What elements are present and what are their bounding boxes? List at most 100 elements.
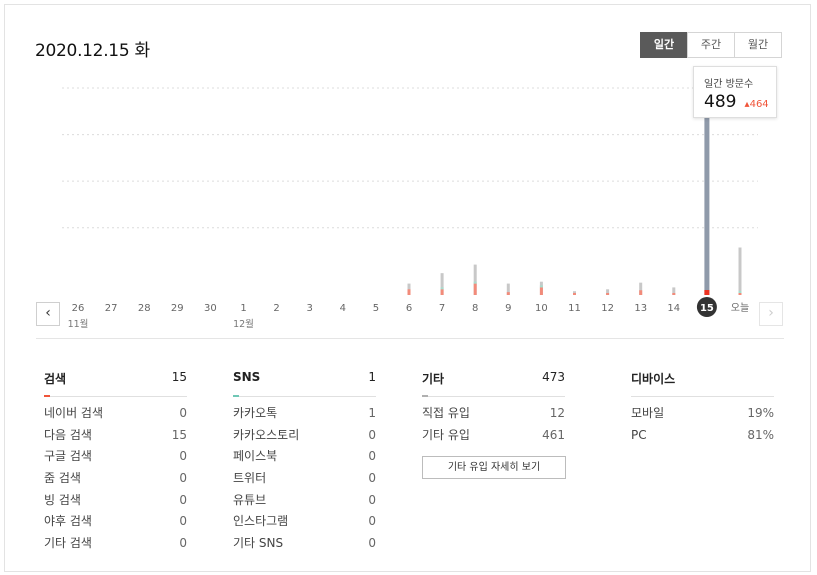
stat-item-label: 네이버 검색 bbox=[44, 406, 104, 420]
stat-title: SNS bbox=[233, 370, 261, 384]
stat-title: 기타 bbox=[422, 372, 445, 386]
tab-weekly[interactable]: 주간 bbox=[687, 32, 735, 58]
chart-bar bbox=[738, 247, 742, 295]
chart-bar-segment bbox=[606, 293, 610, 295]
x-tick-label: 26 bbox=[72, 303, 85, 314]
stat-total: 473 bbox=[542, 370, 565, 384]
list-item: 기타 검색 0 bbox=[44, 536, 187, 558]
list-item: 네이버 검색 0 bbox=[44, 406, 187, 428]
stat-header: 기타 473 bbox=[422, 370, 565, 397]
x-tick-label: 28 bbox=[138, 303, 151, 314]
etc-detail-button[interactable]: 기타 유입 자세히 보기 bbox=[422, 456, 566, 479]
x-tick-label: 1 bbox=[240, 303, 246, 314]
tooltip-delta: ▴464 bbox=[745, 99, 769, 110]
x-tick-label: 5 bbox=[373, 303, 379, 314]
stat-item-value: 0 bbox=[368, 514, 376, 529]
stat-item-value: 0 bbox=[368, 449, 376, 464]
stat-item-label: PC bbox=[631, 427, 647, 442]
stat-item-value: 0 bbox=[179, 471, 187, 486]
next-button[interactable]: › bbox=[759, 302, 783, 326]
stat-item-label: 유튜브 bbox=[233, 492, 267, 507]
stat-header: 검색 15 bbox=[44, 370, 187, 397]
chart-bar-segment bbox=[573, 293, 576, 295]
stat-item-value: 0 bbox=[368, 427, 376, 442]
list-item: 기타 유입 461 bbox=[422, 428, 565, 450]
stat-item-value: 1 bbox=[368, 406, 376, 420]
stat-item-label: 페이스북 bbox=[233, 449, 278, 464]
list-item: PC 81% bbox=[631, 428, 774, 450]
stat-item-label: 카카오톡 bbox=[233, 406, 278, 420]
stat-item-label: 다음 검색 bbox=[44, 427, 92, 442]
x-tick-label: 4 bbox=[340, 303, 346, 314]
stat-etc: 기타 473 직접 유입 12 기타 유입 461 bbox=[422, 370, 565, 449]
stat-title: 검색 bbox=[44, 372, 67, 386]
stat-item-label: 구글 검색 bbox=[44, 449, 92, 464]
stat-item-value: 0 bbox=[368, 492, 376, 507]
stat-item-label: 카카오스토리 bbox=[233, 427, 300, 442]
x-tick-label: 6 bbox=[406, 303, 412, 314]
x-tick-label: 13 bbox=[634, 303, 647, 314]
stat-item-label: 트위터 bbox=[233, 471, 267, 486]
month-label: 11월 bbox=[68, 318, 89, 330]
stat-item-value: 15 bbox=[171, 427, 187, 442]
chart-bar bbox=[704, 110, 710, 295]
stat-device: 디바이스 모바일 19% PC 81% bbox=[631, 370, 774, 449]
list-item: 카카오스토리 0 bbox=[233, 428, 376, 450]
x-tick-label: 오늘 bbox=[731, 302, 749, 314]
stat-title: 디바이스 bbox=[631, 372, 676, 386]
tab-monthly[interactable]: 월간 bbox=[734, 32, 782, 58]
stat-total: 1 bbox=[368, 370, 376, 384]
list-item: 줌 검색 0 bbox=[44, 471, 187, 493]
chart-bar-segment bbox=[440, 289, 444, 295]
date-title: 2020.12.15 화 bbox=[35, 41, 150, 61]
x-tick-label: 7 bbox=[439, 303, 445, 314]
list-item: 모바일 19% bbox=[631, 406, 774, 428]
prev-button[interactable]: ‹ bbox=[36, 302, 60, 326]
visits-tooltip: 일간 방문수 489 ▴464 bbox=[693, 66, 777, 118]
stat-item-value: 0 bbox=[179, 514, 187, 529]
list-item: 트위터 0 bbox=[233, 471, 376, 493]
x-tick-label: 11 bbox=[568, 303, 581, 314]
list-item: 다음 검색 15 bbox=[44, 428, 187, 450]
stat-total: 15 bbox=[171, 370, 187, 384]
list-item: 빙 검색 0 bbox=[44, 493, 187, 515]
stat-item-value: 0 bbox=[179, 406, 187, 420]
stat-item-value: 0 bbox=[368, 536, 376, 551]
stat-item-label: 기타 유입 bbox=[422, 427, 470, 442]
chart-bar-segment bbox=[440, 287, 444, 290]
stat-header: SNS 1 bbox=[233, 370, 376, 397]
stat-item-label: 직접 유입 bbox=[422, 406, 470, 420]
list-item: 인스타그램 0 bbox=[233, 514, 376, 536]
divider bbox=[36, 338, 784, 339]
stat-accent bbox=[44, 395, 50, 397]
chevron-left-icon: ‹ bbox=[45, 305, 51, 321]
x-tick-label: 14 bbox=[667, 303, 680, 314]
stat-item-label: 야후 검색 bbox=[44, 514, 92, 529]
stat-item-value: 0 bbox=[179, 449, 187, 464]
stat-list: 모바일 19% PC 81% bbox=[631, 406, 774, 449]
chart-bar-segment bbox=[473, 281, 477, 284]
x-tick-label: 30 bbox=[204, 303, 217, 314]
chevron-right-icon: › bbox=[768, 305, 774, 321]
stat-list: 네이버 검색 0 다음 검색 15 구글 검색 0 줌 검색 0 빙 검색 0 야후 검색… bbox=[44, 406, 187, 558]
chart-bar-segment bbox=[539, 287, 543, 295]
tab-daily[interactable]: 일간 bbox=[640, 32, 688, 58]
stat-accent bbox=[422, 395, 428, 397]
stat-item-label: 줌 검색 bbox=[44, 471, 81, 486]
period-tabs: 일간 주간 월간 bbox=[640, 32, 782, 58]
x-tick-label: 8 bbox=[472, 303, 478, 314]
tooltip-label: 일간 방문수 bbox=[704, 79, 754, 90]
stat-item-label: 빙 검색 bbox=[44, 492, 81, 507]
x-tick-label: 9 bbox=[505, 303, 511, 314]
tooltip-delta-value: 464 bbox=[749, 99, 769, 110]
stat-item-value: 0 bbox=[179, 492, 187, 507]
list-item: 카카오톡 1 bbox=[233, 406, 376, 428]
stat-item-value: 12 bbox=[549, 406, 565, 420]
stat-item-value: 19% bbox=[747, 406, 774, 420]
stat-search: 검색 15 네이버 검색 0 다음 검색 15 구글 검색 0 줌 검색 0 빙 검색 0… bbox=[44, 370, 187, 558]
x-tick-label: 15 bbox=[700, 303, 714, 314]
stat-header: 디바이스 bbox=[631, 370, 774, 397]
stat-item-label: 모바일 bbox=[631, 406, 665, 420]
chart-bar-segment bbox=[407, 289, 411, 295]
stat-item-value: 461 bbox=[542, 427, 565, 442]
